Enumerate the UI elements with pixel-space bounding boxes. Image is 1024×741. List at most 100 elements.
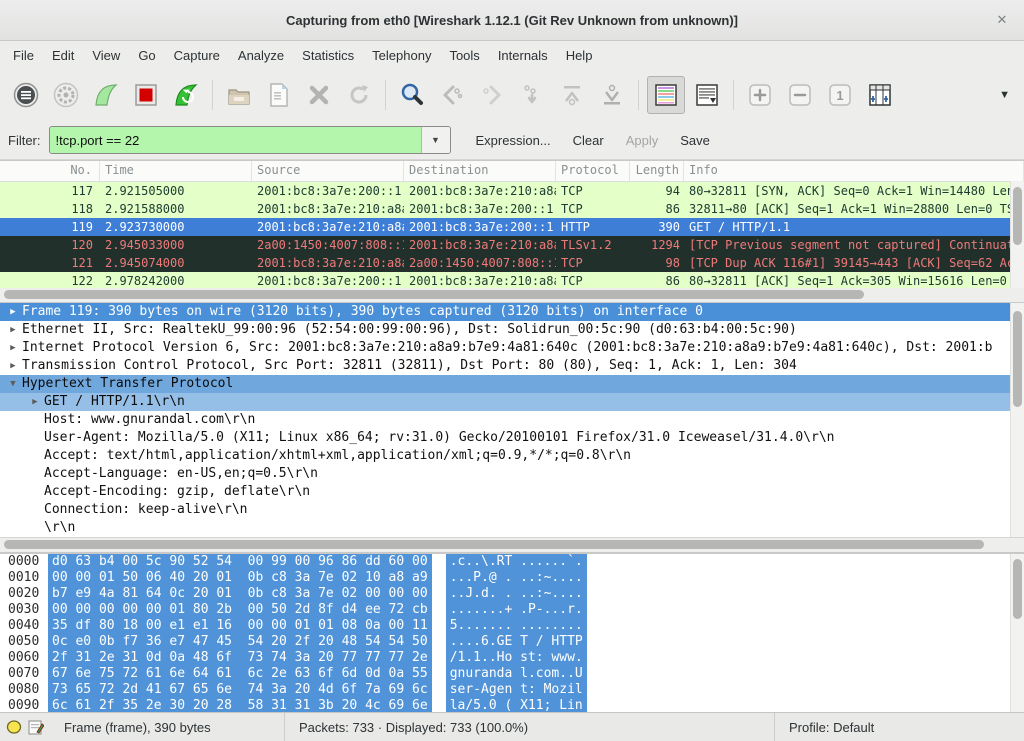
detail-row[interactable]: ▶Internet Protocol Version 6, Src: 2001:… <box>0 339 1024 357</box>
packet-list-vscrollbar[interactable] <box>1010 181 1024 288</box>
expander-right-icon[interactable]: ▶ <box>26 393 44 411</box>
packet-row[interactable]: 1202.9450330002a00:1450:4007:808::102001… <box>0 236 1024 254</box>
go-back-icon[interactable] <box>434 77 470 113</box>
hex-row[interactable]: 00906c 61 2f 35 2e 30 20 28 58 31 31 3b … <box>0 698 1024 712</box>
filter-button-clear[interactable]: Clear <box>562 128 615 153</box>
expander-right-icon[interactable]: ▶ <box>4 339 22 357</box>
scrollbar-thumb[interactable] <box>4 540 984 549</box>
packet-row[interactable]: 1172.9215050002001:bc8:3a7e:200::12001:b… <box>0 182 1024 200</box>
filter-input[interactable] <box>50 127 421 153</box>
detail-row[interactable]: ▶GET / HTTP/1.1\r\n <box>0 393 1024 411</box>
zoom-100-icon[interactable]: 1 <box>822 77 858 113</box>
column-header-length[interactable]: Length <box>630 161 684 181</box>
hex-row[interactable]: 00500c e0 0b f7 36 e7 47 45 54 20 2f 20 … <box>0 634 1024 650</box>
detail-row[interactable]: ▼Hypertext Transfer Protocol <box>0 375 1024 393</box>
filter-dropdown-icon[interactable]: ▼ <box>421 127 450 153</box>
menu-item-edit[interactable]: Edit <box>43 44 83 67</box>
scrollbar-thumb[interactable] <box>4 290 864 299</box>
hex-row[interactable]: 008073 65 72 2d 41 67 65 6e 74 3a 20 4d … <box>0 682 1024 698</box>
menu-item-statistics[interactable]: Statistics <box>293 44 363 67</box>
hex-bytes: 0c e0 0b f7 36 e7 47 45 54 20 2f 20 48 5… <box>48 634 432 650</box>
expander-right-icon[interactable]: ▶ <box>4 357 22 375</box>
open-file-icon[interactable] <box>221 77 257 113</box>
packet-row[interactable]: 1212.9450740002001:bc8:3a7e:210:a8a92a00… <box>0 254 1024 272</box>
reload-icon[interactable] <box>341 77 377 113</box>
menu-item-analyze[interactable]: Analyze <box>229 44 293 67</box>
toolbar-overflow-arrow[interactable]: ▼ <box>999 89 1010 101</box>
capture-options-icon[interactable] <box>48 77 84 113</box>
hex-offset: 0040 <box>0 618 46 634</box>
restart-capture-icon[interactable] <box>168 77 204 113</box>
expander-right-icon[interactable]: ▶ <box>4 321 22 339</box>
hex-row[interactable]: 004035 df 80 18 00 e1 e1 16 00 00 01 01 … <box>0 618 1024 634</box>
colorize-toggle[interactable] <box>647 76 685 114</box>
cell-info: GET / HTTP/1.1 <box>684 218 1024 236</box>
menu-item-file[interactable]: File <box>4 44 43 67</box>
filter-button-apply[interactable]: Apply <box>615 128 670 153</box>
save-file-icon[interactable] <box>261 77 297 113</box>
start-capture-icon[interactable] <box>88 77 124 113</box>
status-profile[interactable]: Profile: Default <box>775 713 1024 741</box>
hex-row[interactable]: 007067 6e 75 72 61 6e 64 61 6c 2e 63 6f … <box>0 666 1024 682</box>
detail-row[interactable]: User-Agent: Mozilla/5.0 (X11; Linux x86_… <box>0 429 1024 447</box>
column-header-time[interactable]: Time <box>100 161 252 181</box>
bytes-vscrollbar[interactable] <box>1010 554 1024 712</box>
hex-row[interactable]: 003000 00 00 00 00 01 80 2b 00 50 2d 8f … <box>0 602 1024 618</box>
column-header-protocol[interactable]: Protocol <box>556 161 630 181</box>
menu-item-capture[interactable]: Capture <box>165 44 229 67</box>
find-packet-icon[interactable] <box>394 77 430 113</box>
packet-row[interactable]: 1182.9215880002001:bc8:3a7e:210:a8a92001… <box>0 200 1024 218</box>
details-vscrollbar[interactable] <box>1010 303 1024 537</box>
scrollbar-thumb[interactable] <box>1013 311 1022 407</box>
column-header-no[interactable]: No. <box>0 161 100 181</box>
zoom-in-icon[interactable] <box>742 77 778 113</box>
detail-row[interactable]: Connection: keep-alive\r\n <box>0 501 1024 519</box>
hex-row[interactable]: 00602f 31 2e 31 0d 0a 48 6f 73 74 3a 20 … <box>0 650 1024 666</box>
zoom-out-icon[interactable] <box>782 77 818 113</box>
packet-row[interactable]: 1192.9237300002001:bc8:3a7e:210:a8a92001… <box>0 218 1024 236</box>
close-file-icon[interactable] <box>301 77 337 113</box>
resize-columns-icon[interactable] <box>862 77 898 113</box>
hex-row[interactable]: 0000d0 63 b4 00 5c 90 52 54 00 99 00 96 … <box>0 554 1024 570</box>
filter-button-expression[interactable]: Expression... <box>465 128 562 153</box>
detail-row[interactable]: ▶Transmission Control Protocol, Src Port… <box>0 357 1024 375</box>
expander-down-icon[interactable]: ▼ <box>4 375 22 393</box>
close-window-icon[interactable]: ✕ <box>992 10 1012 30</box>
filter-button-save[interactable]: Save <box>669 128 721 153</box>
menu-item-internals[interactable]: Internals <box>489 44 557 67</box>
menu-item-help[interactable]: Help <box>557 44 602 67</box>
detail-row[interactable]: Accept-Language: en-US,en;q=0.5\r\n <box>0 465 1024 483</box>
menu-item-tools[interactable]: Tools <box>440 44 488 67</box>
packet-row[interactable]: 1222.9782420002001:bc8:3a7e:200::12001:b… <box>0 272 1024 288</box>
details-hscrollbar[interactable] <box>0 537 1024 553</box>
scrollbar-thumb[interactable] <box>1013 559 1022 619</box>
hex-row[interactable]: 0020b7 e9 4a 81 64 0c 20 01 0b c8 3a 7e … <box>0 586 1024 602</box>
detail-row[interactable]: Accept: text/html,application/xhtml+xml,… <box>0 447 1024 465</box>
expander-right-icon[interactable]: ▶ <box>4 303 22 321</box>
detail-text: Ethernet II, Src: RealtekU_99:00:96 (52:… <box>22 321 797 339</box>
stop-capture-icon[interactable] <box>128 77 164 113</box>
menu-item-telephony[interactable]: Telephony <box>363 44 440 67</box>
list-interfaces-icon[interactable] <box>8 77 44 113</box>
hex-row[interactable]: 001000 00 01 50 06 40 20 01 0b c8 3a 7e … <box>0 570 1024 586</box>
detail-row[interactable]: Host: www.gnurandal.com\r\n <box>0 411 1024 429</box>
packet-list-hscrollbar[interactable] <box>0 288 1024 303</box>
column-header-info[interactable]: Info <box>684 161 1024 181</box>
detail-row[interactable]: Accept-Encoding: gzip, deflate\r\n <box>0 483 1024 501</box>
go-to-top-icon[interactable] <box>554 77 590 113</box>
autoscroll-toggle[interactable] <box>689 77 725 113</box>
detail-row[interactable]: \r\n <box>0 519 1024 537</box>
column-header-source[interactable]: Source <box>252 161 404 181</box>
capture-comments-icon[interactable] <box>28 719 44 735</box>
go-forward-icon[interactable] <box>474 77 510 113</box>
detail-row[interactable]: ▶Ethernet II, Src: RealtekU_99:00:96 (52… <box>0 321 1024 339</box>
expert-info-icon[interactable] <box>6 720 22 734</box>
go-to-bottom-icon[interactable] <box>594 77 630 113</box>
detail-row[interactable]: ▶Frame 119: 390 bytes on wire (3120 bits… <box>0 303 1024 321</box>
go-to-packet-icon[interactable] <box>514 77 550 113</box>
menu-item-go[interactable]: Go <box>129 44 164 67</box>
menu-item-view[interactable]: View <box>83 44 129 67</box>
scrollbar-thumb[interactable] <box>1013 187 1022 245</box>
column-header-destination[interactable]: Destination <box>404 161 556 181</box>
packet-bytes-pane: 0000d0 63 b4 00 5c 90 52 54 00 99 00 96 … <box>0 553 1024 712</box>
